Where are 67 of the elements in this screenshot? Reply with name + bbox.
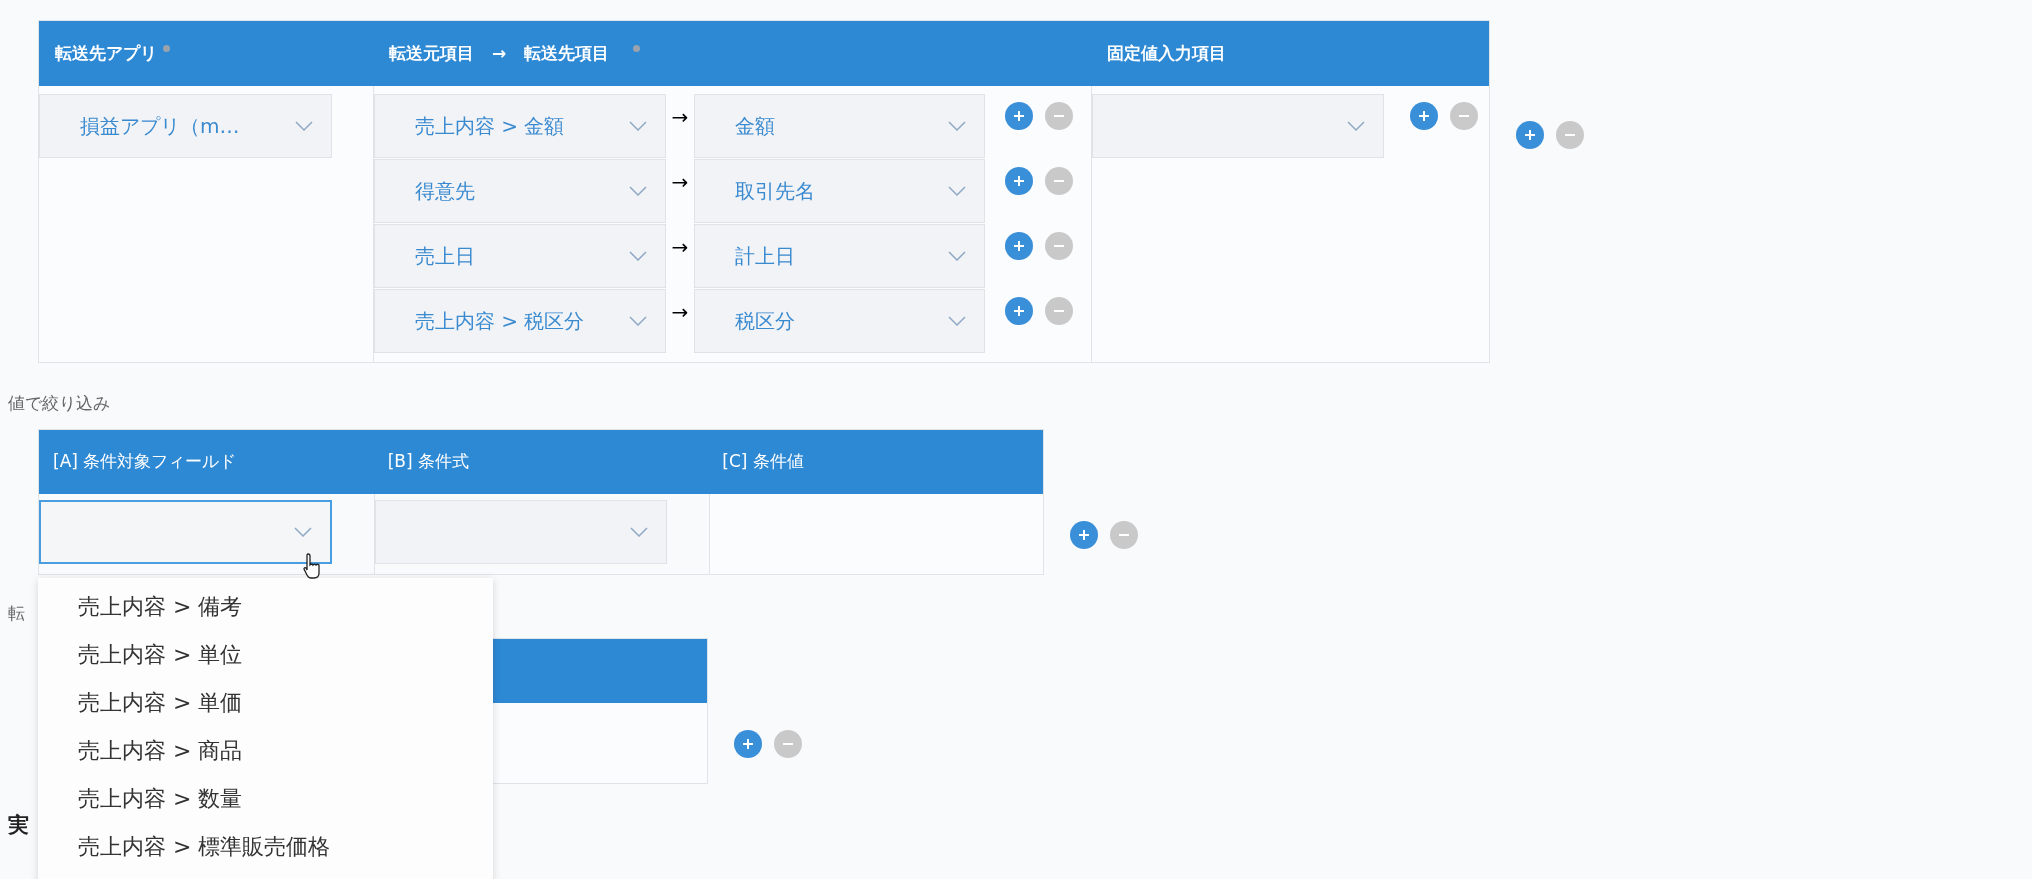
chevron-down-icon [948, 121, 966, 131]
add-button[interactable] [734, 730, 762, 758]
column-header: [C] 条件値 [722, 450, 804, 471]
chevron-down-icon [948, 186, 966, 196]
column-header: 転送元項目 [389, 41, 474, 65]
select-dropdown[interactable]: 売上内容 > 金額 [374, 94, 666, 158]
arrow-text: → [670, 104, 690, 131]
minus-icon [782, 743, 794, 745]
column-header: 転送先項目 [524, 41, 610, 65]
column-header: [A] 条件対象フィールド [53, 450, 237, 471]
minus-icon [1053, 310, 1065, 312]
arrow-text: → [670, 299, 690, 326]
chevron-down-icon [948, 316, 966, 326]
dropdown-option[interactable]: 売上内容 > 備考 [38, 582, 493, 630]
add-button[interactable] [1005, 102, 1033, 130]
plus-icon [1012, 109, 1026, 123]
plus-icon [1417, 109, 1431, 123]
minus-icon [1118, 533, 1130, 536]
section-heading: 実 [8, 812, 29, 839]
chevron-down-icon [294, 526, 312, 537]
add-button[interactable] [1516, 121, 1544, 149]
column-header: 固定値入力項目 [1107, 41, 1226, 65]
chevron-down-icon [629, 316, 647, 326]
chevron-down-icon [630, 526, 648, 537]
chevron-down-icon [295, 121, 313, 131]
add-button[interactable] [1005, 232, 1033, 260]
column-header: [B] 条件式 [387, 450, 469, 471]
chevron-down-icon [629, 186, 647, 196]
plus-icon [1012, 239, 1026, 253]
minus-icon [1564, 134, 1576, 136]
arrow-text: → [670, 234, 690, 261]
section-label: 転 [8, 601, 25, 625]
add-button[interactable] [1070, 520, 1098, 549]
minus-icon [1053, 115, 1065, 117]
add-button[interactable] [1410, 102, 1438, 130]
arrow-text: → [670, 169, 690, 196]
chevron-down-icon [948, 251, 966, 261]
section-label: 値で絞り込み [8, 392, 110, 415]
select-dropdown[interactable]: 損益アプリ（m… [39, 94, 332, 158]
arrow-text: → [492, 41, 507, 65]
chevron-down-icon [629, 251, 647, 261]
plus-icon [1012, 174, 1026, 188]
select-dropdown[interactable]: 金額 [694, 94, 985, 158]
select-dropdown[interactable]: 売上内容 > 税区分 [374, 289, 666, 353]
select-dropdown[interactable]: 計上日 [694, 224, 985, 288]
minus-icon [1053, 180, 1065, 182]
plus-icon [1077, 527, 1091, 542]
chevron-down-icon [629, 121, 647, 131]
dropdown-option[interactable]: 売上内容 > 数量 [38, 774, 493, 822]
plus-icon [1523, 128, 1537, 142]
select-dropdown[interactable] [39, 499, 332, 564]
dropdown-option[interactable]: 売上内容 > 単位 [38, 630, 493, 678]
column-header: 転送先アプリ [55, 41, 157, 65]
dropdown-option[interactable]: 売上内容 > 標準販売価格 [38, 822, 493, 870]
dropdown-option[interactable]: 売上内容 > 単価 [38, 678, 493, 726]
select-dropdown[interactable]: 売上日 [374, 224, 666, 288]
select-dropdown[interactable]: 取引先名 [694, 159, 985, 223]
dropdown-option[interactable]: 売上内容 > 商品 [38, 726, 493, 774]
select-dropdown[interactable]: 得意先 [374, 159, 666, 223]
chevron-down-icon [1347, 121, 1365, 131]
add-button[interactable] [1005, 167, 1033, 195]
select-dropdown[interactable]: 税区分 [694, 289, 985, 353]
minus-icon [1458, 115, 1470, 117]
add-button[interactable] [1005, 297, 1033, 325]
minus-icon [1053, 245, 1065, 247]
plus-icon [741, 737, 755, 751]
plus-icon [1012, 304, 1026, 318]
